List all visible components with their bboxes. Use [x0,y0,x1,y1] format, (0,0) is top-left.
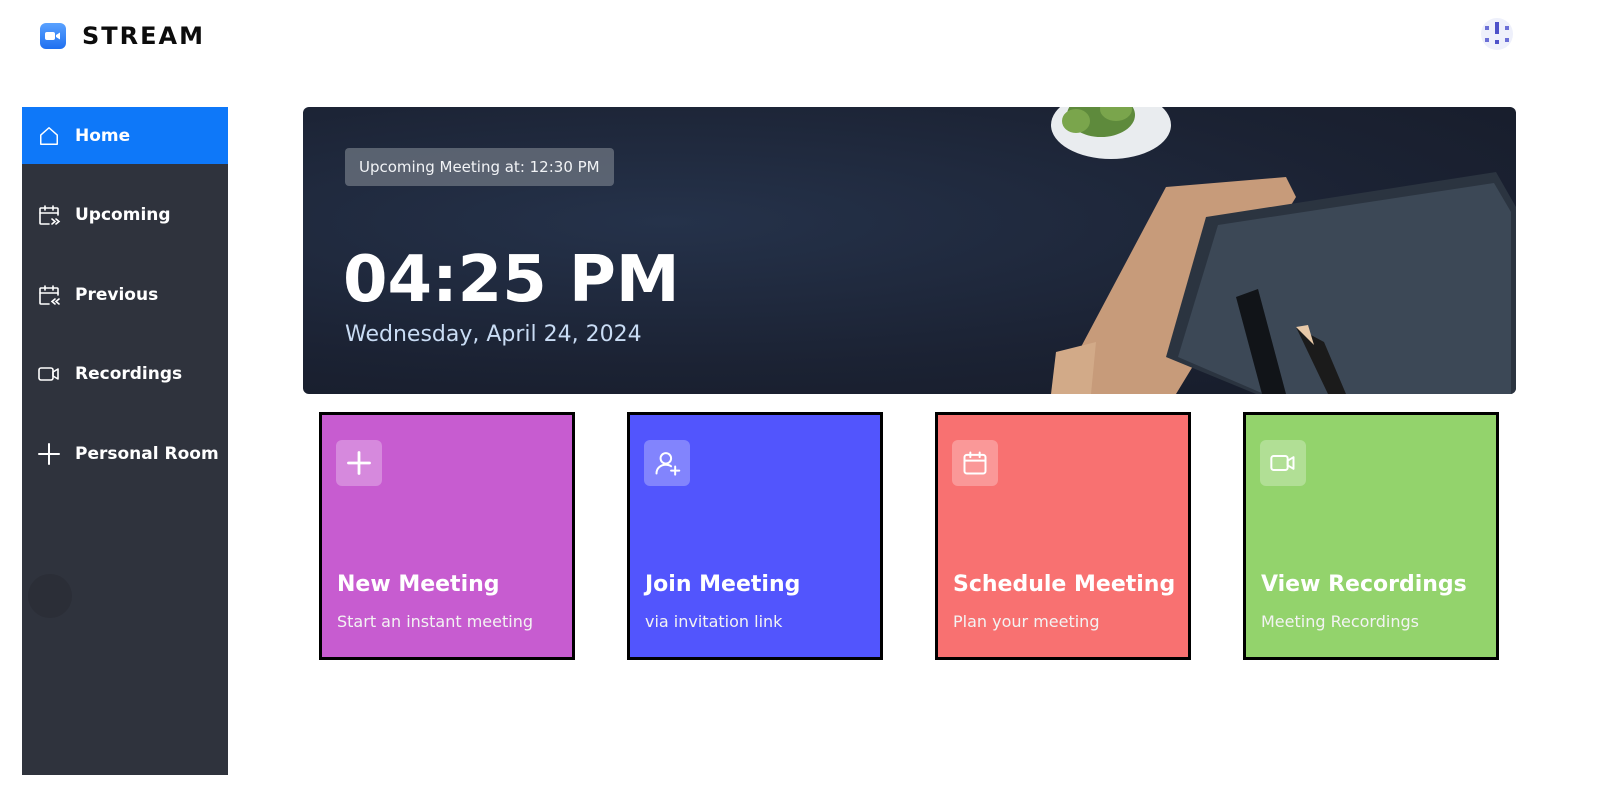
card-subtitle: via invitation link [645,612,783,631]
card-title: Join Meeting [645,572,801,597]
card-title: Schedule Meeting [953,572,1176,597]
sidebar-item-label: Upcoming [75,204,171,225]
video-icon [1260,440,1306,486]
join-meeting-card[interactable]: Join Meeting via invitation link [627,412,883,660]
sidebar-item-personal-room[interactable]: Personal Room [22,425,228,482]
sidebar-item-upcoming[interactable]: Upcoming [22,186,228,243]
calendar-icon [952,440,998,486]
current-date: Wednesday, April 24, 2024 [345,322,642,347]
sidebar-item-label: Home [75,125,131,146]
calendar-back-icon [37,283,61,307]
card-subtitle: Meeting Recordings [1261,612,1419,631]
current-time: 04:25 PM [343,243,680,317]
sidebar-item-label: Recordings [75,363,183,384]
view-recordings-card[interactable]: View Recordings Meeting Recordings [1243,412,1499,660]
video-icon [37,362,61,386]
card-subtitle: Plan your meeting [953,612,1100,631]
sidebar: Home Upcoming Previous Recordings Person… [22,107,228,775]
sidebar-item-label: Previous [75,284,159,305]
upcoming-meeting-badge: Upcoming Meeting at: 12:30 PM [345,148,614,186]
home-icon [37,124,61,148]
hero-banner: Upcoming Meeting at: 12:30 PM 04:25 PM W… [303,107,1516,394]
new-meeting-card[interactable]: New Meeting Start an instant meeting [319,412,575,660]
top-bar: STREAM [0,0,1599,70]
sidebar-item-label: Personal Room [75,443,219,464]
card-subtitle: Start an instant meeting [337,612,533,631]
card-title: View Recordings [1261,572,1467,597]
sidebar-item-recordings[interactable]: Recordings [22,345,228,402]
card-title: New Meeting [337,572,500,597]
sidebar-toggle-handle[interactable] [28,574,72,618]
calendar-forward-icon [37,203,61,227]
app-logo[interactable]: STREAM [40,22,205,50]
app-name: STREAM [82,22,205,50]
sidebar-item-previous[interactable]: Previous [22,266,228,323]
schedule-meeting-card[interactable]: Schedule Meeting Plan your meeting [935,412,1191,660]
video-camera-logo-icon [40,23,66,49]
plus-icon [37,442,61,466]
desk-illustration [1051,107,1516,394]
user-avatar[interactable] [1481,18,1513,50]
sidebar-item-home[interactable]: Home [22,107,228,164]
user-plus-icon [644,440,690,486]
plus-icon [336,440,382,486]
